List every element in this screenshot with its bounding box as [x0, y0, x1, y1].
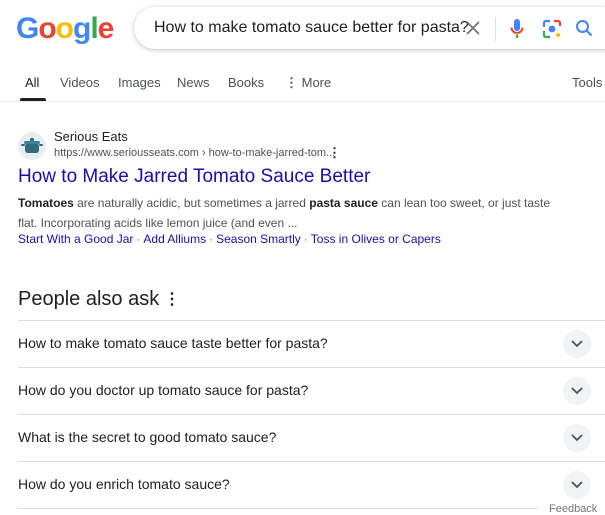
sitelink[interactable]: Toss in Olives or Capers	[311, 232, 441, 246]
paa-question-text: How do you doctor up tomato sauce for pa…	[18, 382, 309, 398]
tab-news[interactable]: News	[177, 75, 210, 90]
sitelink-separator: ·	[209, 232, 214, 246]
search-icon[interactable]	[575, 19, 593, 42]
chevron-down-icon[interactable]	[563, 424, 591, 452]
paa-question[interactable]: How do you doctor up tomato sauce for pa…	[18, 367, 605, 414]
paa-question[interactable]: How to make tomato sauce taste better fo…	[18, 320, 605, 367]
chevron-down-icon[interactable]	[563, 377, 591, 405]
feedback-link[interactable]: Feedback	[549, 503, 597, 515]
close-icon[interactable]	[464, 19, 482, 42]
search-divider	[495, 17, 496, 41]
logo-letter: g	[73, 12, 91, 45]
logo-letter: l	[90, 12, 98, 45]
chevron-down-icon[interactable]	[563, 330, 591, 358]
sitelink-separator: ·	[303, 232, 308, 246]
sitelinks: Start With a Good Jar · Add Alliums · Season…	[18, 232, 441, 246]
tabs-divider	[0, 101, 605, 102]
sitelink[interactable]: Start With a Good Jar	[18, 232, 133, 246]
tab-all[interactable]: All	[25, 75, 39, 90]
tab-videos[interactable]: Videos	[60, 75, 100, 90]
google-logo[interactable]: Google	[16, 12, 115, 46]
result-snippet: Tomatoes are naturally acidic, but somet…	[18, 193, 558, 233]
logo-letter: o	[55, 12, 74, 45]
people-also-ask-list: How to make tomato sauce taste better fo…	[18, 320, 605, 508]
camera-search-icon[interactable]	[541, 18, 563, 45]
sitelink[interactable]: Season Smartly	[216, 232, 301, 246]
logo-letter: G	[16, 12, 39, 45]
paa-question[interactable]: How do you enrich tomato sauce?	[18, 461, 605, 508]
search-input[interactable]: How to make tomato sauce better for past…	[154, 19, 469, 37]
tab-books[interactable]: Books	[228, 75, 264, 90]
paa-question[interactable]: What is the secret to good tomato sauce?	[18, 414, 605, 461]
vertical-dots-icon[interactable]: ⋮	[164, 289, 180, 309]
sitelink-separator: ·	[136, 232, 141, 246]
tab-images[interactable]: Images	[118, 75, 161, 90]
result-url[interactable]: https://www.seriousseats.com › how-to-ma…	[54, 147, 335, 159]
snippet-text: are naturally acidic, but sometimes a ja…	[73, 196, 310, 210]
tools-button[interactable]: Tools	[572, 75, 602, 90]
result-title-link[interactable]: How to Make Jarred Tomato Sauce Better	[18, 166, 370, 188]
snippet-bold: Tomatoes	[18, 196, 74, 210]
sitelink[interactable]: Add Alliums	[143, 232, 206, 246]
result-site-name[interactable]: Serious Eats	[54, 129, 128, 144]
paa-question-text: How to make tomato sauce taste better fo…	[18, 335, 328, 351]
logo-letter: e	[97, 12, 115, 45]
paa-bottom-divider	[18, 508, 538, 509]
people-also-ask-heading: People also ask	[18, 288, 160, 310]
search-box[interactable]: How to make tomato sauce better for past…	[134, 7, 605, 49]
logo-letter: o	[38, 12, 56, 45]
vertical-dots-icon: ⋮	[285, 75, 298, 90]
paa-question-text: How do you enrich tomato sauce?	[18, 476, 230, 492]
pot-icon	[18, 132, 46, 160]
paa-question-text: What is the secret to good tomato sauce?	[18, 429, 277, 445]
vertical-dots-icon[interactable]: ⋮	[328, 145, 341, 161]
microphone-icon[interactable]	[509, 17, 525, 46]
snippet-bold: pasta sauce	[309, 196, 378, 210]
tab-more-label: More	[301, 75, 332, 90]
chevron-down-icon[interactable]	[563, 471, 591, 499]
search-tabs: All Videos Images News Books ⋮ More Tool…	[0, 70, 605, 102]
tab-more[interactable]: ⋮ More	[285, 75, 331, 91]
